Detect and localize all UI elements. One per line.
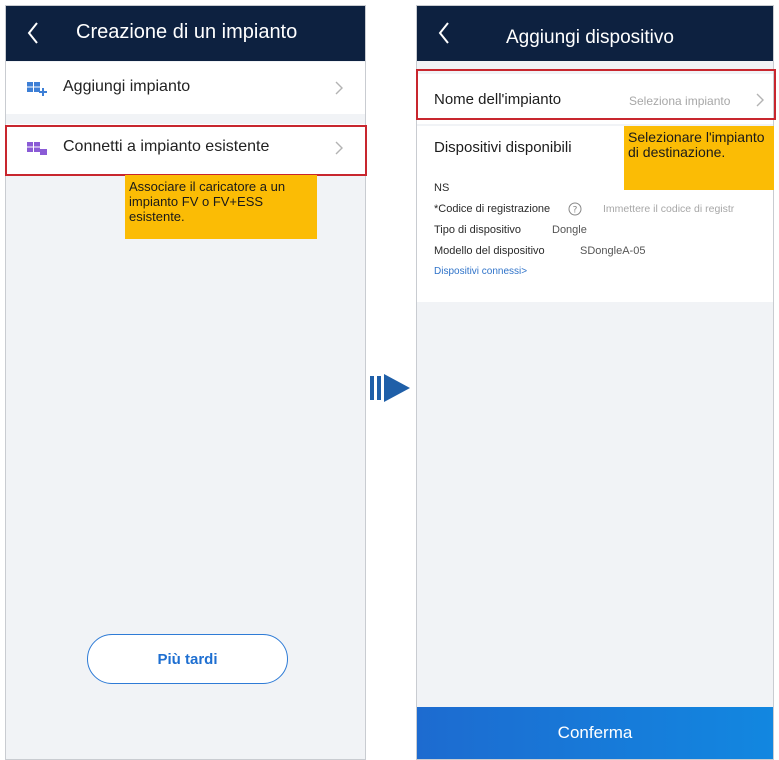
header-bar: Aggiungi dispositivo xyxy=(417,6,773,61)
device-model-value: SDongleA-05 xyxy=(580,245,646,257)
help-icon[interactable]: ? xyxy=(568,202,582,216)
page-title: Aggiungi dispositivo xyxy=(506,27,674,48)
create-plant-screen: Creazione di un impianto Aggiungi impian… xyxy=(5,5,366,760)
svg-text:?: ? xyxy=(573,206,578,216)
menu-item-label: Aggiungi impianto xyxy=(63,78,191,95)
device-type-label: Tipo di dispositivo xyxy=(434,224,522,236)
later-button[interactable]: Più tardi xyxy=(87,634,288,684)
menu-item-connect-existing[interactable]: Connetti a impianto esistente xyxy=(6,124,365,174)
back-arrow-icon[interactable] xyxy=(22,20,46,46)
plant-name-row[interactable]: Nome dell'impianto Seleziona impianto xyxy=(417,74,773,124)
confirm-button[interactable]: Conferma xyxy=(417,707,773,759)
add-device-screen: Aggiungi dispositivo Nome dell'impianto … xyxy=(416,5,774,760)
connect-plant-icon xyxy=(27,142,47,155)
add-plant-icon xyxy=(27,82,47,96)
header-bar: Creazione di un impianto xyxy=(6,6,365,61)
device-type-value: Dongle xyxy=(552,224,587,236)
chevron-right-icon xyxy=(335,81,343,95)
plant-name-label: Nome dell'impianto xyxy=(434,91,562,108)
menu-item-add-plant[interactable]: Aggiungi impianto xyxy=(6,62,365,114)
device-model-label: Modello del dispositivo xyxy=(434,245,545,257)
reg-code-label: *Codice di registrazione xyxy=(434,203,551,215)
annotation-callout: Selezionare l'impianto di destinazione. xyxy=(624,126,774,190)
chevron-right-icon xyxy=(756,93,764,107)
annotation-callout: Associare il caricatore a un impianto FV… xyxy=(125,175,317,239)
available-devices-label: Dispositivi disponibili xyxy=(434,139,572,156)
chevron-right-icon xyxy=(335,141,343,155)
sn-label: NS xyxy=(434,182,450,194)
reg-code-input[interactable]: Immettere il codice di registr xyxy=(603,203,734,215)
plant-select-placeholder: Seleziona impianto xyxy=(629,94,731,108)
connected-devices-link[interactable]: Dispositivi connessi> xyxy=(434,266,527,277)
next-step-arrow-icon xyxy=(370,374,410,402)
menu-item-label: Connetti a impianto esistente xyxy=(63,138,270,155)
page-title: Creazione di un impianto xyxy=(76,21,298,43)
back-arrow-icon[interactable] xyxy=(433,20,457,46)
